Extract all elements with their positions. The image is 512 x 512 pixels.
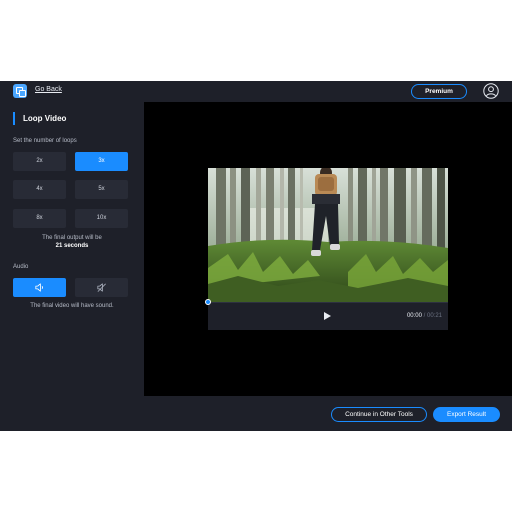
export-result-button[interactable]: Export Result: [433, 407, 500, 422]
sidebar: Loop Video Set the number of loops 2x 3x…: [0, 102, 144, 431]
speaker-icon: [35, 283, 43, 292]
audio-mute-button[interactable]: [75, 278, 128, 297]
speaker-muted-icon: [97, 283, 106, 292]
continue-other-tools-button[interactable]: Continue in Other Tools: [331, 407, 427, 422]
final-output-info: The final output will be 21 seconds: [0, 234, 144, 250]
loop-option-2x[interactable]: 2x: [13, 152, 66, 171]
premium-button[interactable]: Premium: [411, 84, 467, 99]
player-controls: 00:00 / 00:21: [205, 299, 448, 330]
progress-handle[interactable]: [205, 299, 211, 305]
loop-option-8x[interactable]: 8x: [13, 209, 66, 228]
video-preview[interactable]: [208, 168, 448, 302]
bottom-bar: Continue in Other Tools Export Result: [144, 396, 512, 431]
final-output-value: 21 seconds: [55, 243, 89, 249]
loop-option-5x[interactable]: 5x: [75, 180, 128, 199]
forest-video-frame: [208, 168, 448, 302]
loop-option-3x[interactable]: 3x: [75, 152, 128, 171]
app-logo-icon: [13, 84, 27, 98]
user-avatar-icon[interactable]: [483, 83, 499, 99]
loop-option-10x[interactable]: 10x: [75, 209, 128, 228]
final-output-text: The final output will be: [42, 235, 102, 241]
loop-option-4x[interactable]: 4x: [13, 180, 66, 199]
loops-label: Set the number of loops: [13, 138, 77, 144]
section-title: Loop Video: [13, 112, 66, 125]
go-back-link[interactable]: Go Back: [35, 86, 62, 93]
play-icon[interactable]: [324, 312, 331, 320]
progress-track[interactable]: [208, 302, 448, 303]
app-window: Go Back Premium Loop Video Set the numbe…: [0, 81, 512, 431]
audio-on-button[interactable]: [13, 278, 66, 297]
audio-label: Audio: [13, 264, 29, 270]
current-time: 00:00: [406, 313, 422, 319]
audio-note: The final video will have sound.: [30, 303, 114, 309]
total-time: 00:21: [426, 313, 442, 319]
top-bar: Go Back Premium: [0, 81, 512, 102]
time-display: 00:00 / 00:21: [407, 313, 442, 319]
